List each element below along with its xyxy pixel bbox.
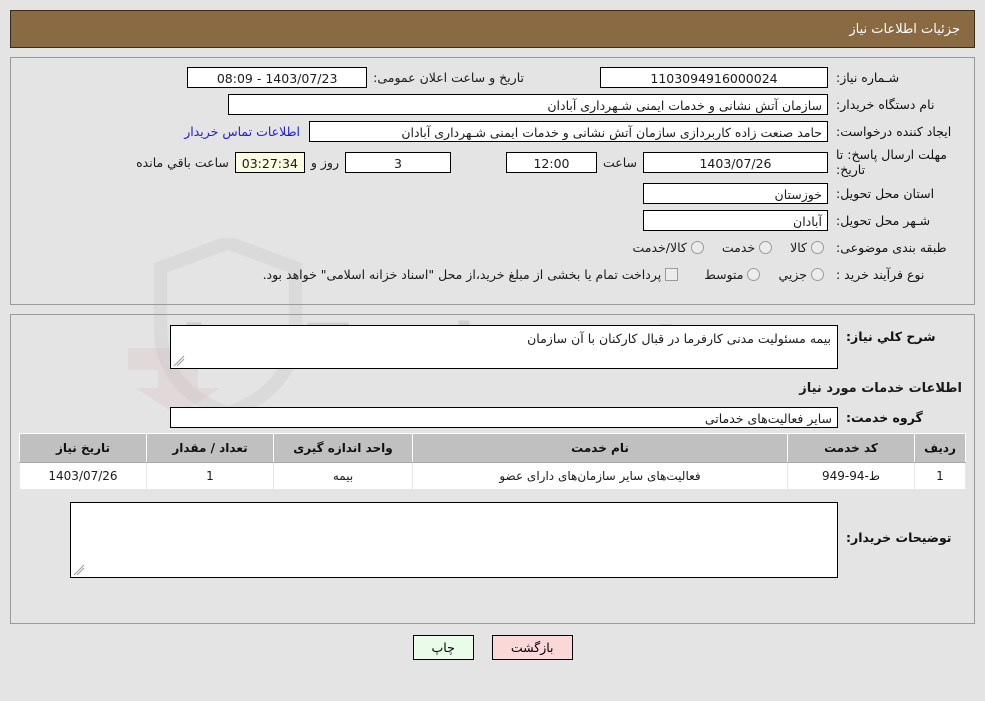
footer-actions: بازگشت چاپ	[0, 635, 985, 660]
days-label: روز و	[310, 154, 339, 170]
row-buyer-org: نام دستگاه خریدار: سازمان آتش نشانی و خد…	[17, 93, 968, 115]
services-section-title: اطلاعات خدمات مورد نیاز	[799, 381, 962, 396]
radio-process-minor-label: جزیي	[778, 266, 807, 282]
resize-grip-icon[interactable]	[73, 564, 85, 576]
row-process-type: نوع فرآیند خرید : جزیي متوسط پرداخت تمام…	[17, 263, 968, 285]
row-service-group: گروه خدمت: سایر فعالیت‌های خدماتی	[19, 406, 966, 428]
cell-code: ط-94-949	[787, 462, 915, 490]
need-number-label: شـماره نیاز:	[836, 69, 900, 85]
col-date: تاریخ نیاز	[19, 433, 147, 463]
buyer-contact-link[interactable]: اطلاعات تماس خریدار	[184, 124, 300, 139]
deadline-date-value: 1403/07/26	[643, 151, 828, 173]
cell-unit: بیمه	[273, 462, 413, 490]
buyer-notes-label: توضیحات خریدار:	[846, 530, 952, 545]
remaining-hours-label: ساعت باقي مانده	[136, 154, 229, 170]
city-value: آبادان	[643, 209, 828, 231]
row-buyer-notes: توضیحات خریدار:	[19, 502, 966, 578]
creator-value: حامد صنعت زاده کاربردازی سازمان آتش نشان…	[309, 120, 828, 142]
cell-name: فعالیت‌های سایر سازمان‌های دارای عضو	[412, 462, 788, 490]
row-deadline: مهلت ارسال پاسخ: تا تاریخ: 1403/07/26 سا…	[17, 147, 968, 177]
cell-quantity: 1	[146, 462, 274, 490]
deadline-label: مهلت ارسال پاسخ: تا تاریخ:	[836, 147, 947, 177]
page-header: جزئیات اطلاعات نیاز	[10, 10, 975, 48]
table-header-row: ردیف کد خدمت نام خدمت واحد اندازه گیری ت…	[19, 433, 966, 463]
service-group-value: سایر فعالیت‌های خدماتی	[170, 406, 838, 428]
need-details-panel: شرح کلي نیاز: بیمه مسئولیت مدنی کارفرما …	[10, 314, 975, 624]
province-label: استان محل تحویل:	[836, 185, 935, 201]
hour-label: ساعت	[602, 154, 637, 170]
buyer-org-label: نام دستگاه خریدار:	[836, 96, 935, 112]
row-need-number: شـماره نیاز: 1103094916000024 تاریخ و سا…	[17, 66, 968, 88]
creator-label: ایجاد کننده درخواست:	[836, 123, 952, 139]
col-unit: واحد اندازه گیری	[273, 433, 413, 463]
cell-date: 1403/07/26	[19, 462, 147, 490]
print-button[interactable]: چاپ	[412, 635, 474, 660]
services-table: ردیف کد خدمت نام خدمت واحد اندازه گیری ت…	[19, 433, 966, 490]
page-title: جزئیات اطلاعات نیاز	[849, 21, 960, 37]
buyer-org-value: سازمان آتش نشانی و خدمات ایمنی شـهرداری …	[228, 93, 828, 115]
col-name: نام خدمت	[412, 433, 788, 463]
province-value: خوزستان	[643, 182, 828, 204]
radio-category-goods-service[interactable]	[690, 240, 704, 254]
checkbox-islamic-treasury-label: پرداخت تمام یا بخشی از مبلغ خرید،از محل …	[262, 266, 662, 282]
radio-category-goods[interactable]	[811, 240, 824, 254]
radio-category-service-label: خدمت	[721, 239, 756, 255]
description-value: بیمه مسئولیت مدنی کارفرما در قبال کارکنا…	[527, 331, 831, 346]
col-code: کد خدمت	[787, 433, 915, 463]
announce-label: تاریخ و ساعت اعلان عمومی:	[373, 69, 524, 85]
col-quantity: تعداد / مقدار	[146, 433, 274, 463]
deadline-time-value: 12:00	[505, 151, 597, 173]
col-index: ردیف	[914, 433, 966, 463]
row-province: استان محل تحویل: خوزستان	[17, 182, 968, 204]
remaining-days-value: 3	[344, 151, 451, 173]
table-row: 1 ط-94-949 فعالیت‌های سایر سازمان‌های دا…	[19, 462, 966, 490]
countdown-timer: 03:27:34	[234, 151, 305, 173]
category-label: طبقه بندی موضوعی:	[836, 239, 947, 255]
process-label: نوع فرآیند خرید :	[836, 266, 925, 282]
row-general-description: شرح کلي نیاز: بیمه مسئولیت مدنی کارفرما …	[19, 325, 966, 369]
cell-index: 1	[914, 462, 966, 490]
description-label: شرح کلي نیاز:	[846, 329, 936, 344]
city-label: شـهر محل تحویل:	[836, 212, 931, 228]
row-creator: ایجاد کننده درخواست: حامد صنعت زاده کارب…	[17, 120, 968, 142]
resize-grip-icon[interactable]	[173, 355, 185, 367]
radio-process-minor[interactable]	[811, 267, 824, 281]
service-group-label: گروه خدمت:	[846, 409, 923, 425]
need-number-value: 1103094916000024	[600, 66, 828, 88]
radio-category-service[interactable]	[759, 240, 773, 254]
row-city: شـهر محل تحویل: آبادان	[17, 209, 968, 231]
need-summary-panel: شـماره نیاز: 1103094916000024 تاریخ و سا…	[10, 57, 975, 305]
radio-process-medium-label: متوسط	[704, 266, 744, 282]
radio-process-medium[interactable]	[747, 267, 761, 281]
radio-category-goods-label: کالا	[790, 239, 807, 255]
radio-category-goods-service-label: کالا/خدمت	[632, 239, 687, 255]
description-textarea[interactable]: بیمه مسئولیت مدنی کارفرما در قبال کارکنا…	[170, 325, 838, 369]
checkbox-islamic-treasury[interactable]	[665, 267, 679, 281]
announce-value: 1403/07/23 - 08:09	[187, 66, 368, 88]
back-button[interactable]: بازگشت	[491, 635, 573, 660]
row-category: طبقه بندی موضوعی: کالا خدمت کالا/خدمت	[17, 236, 968, 258]
buyer-notes-textarea[interactable]	[70, 502, 838, 578]
